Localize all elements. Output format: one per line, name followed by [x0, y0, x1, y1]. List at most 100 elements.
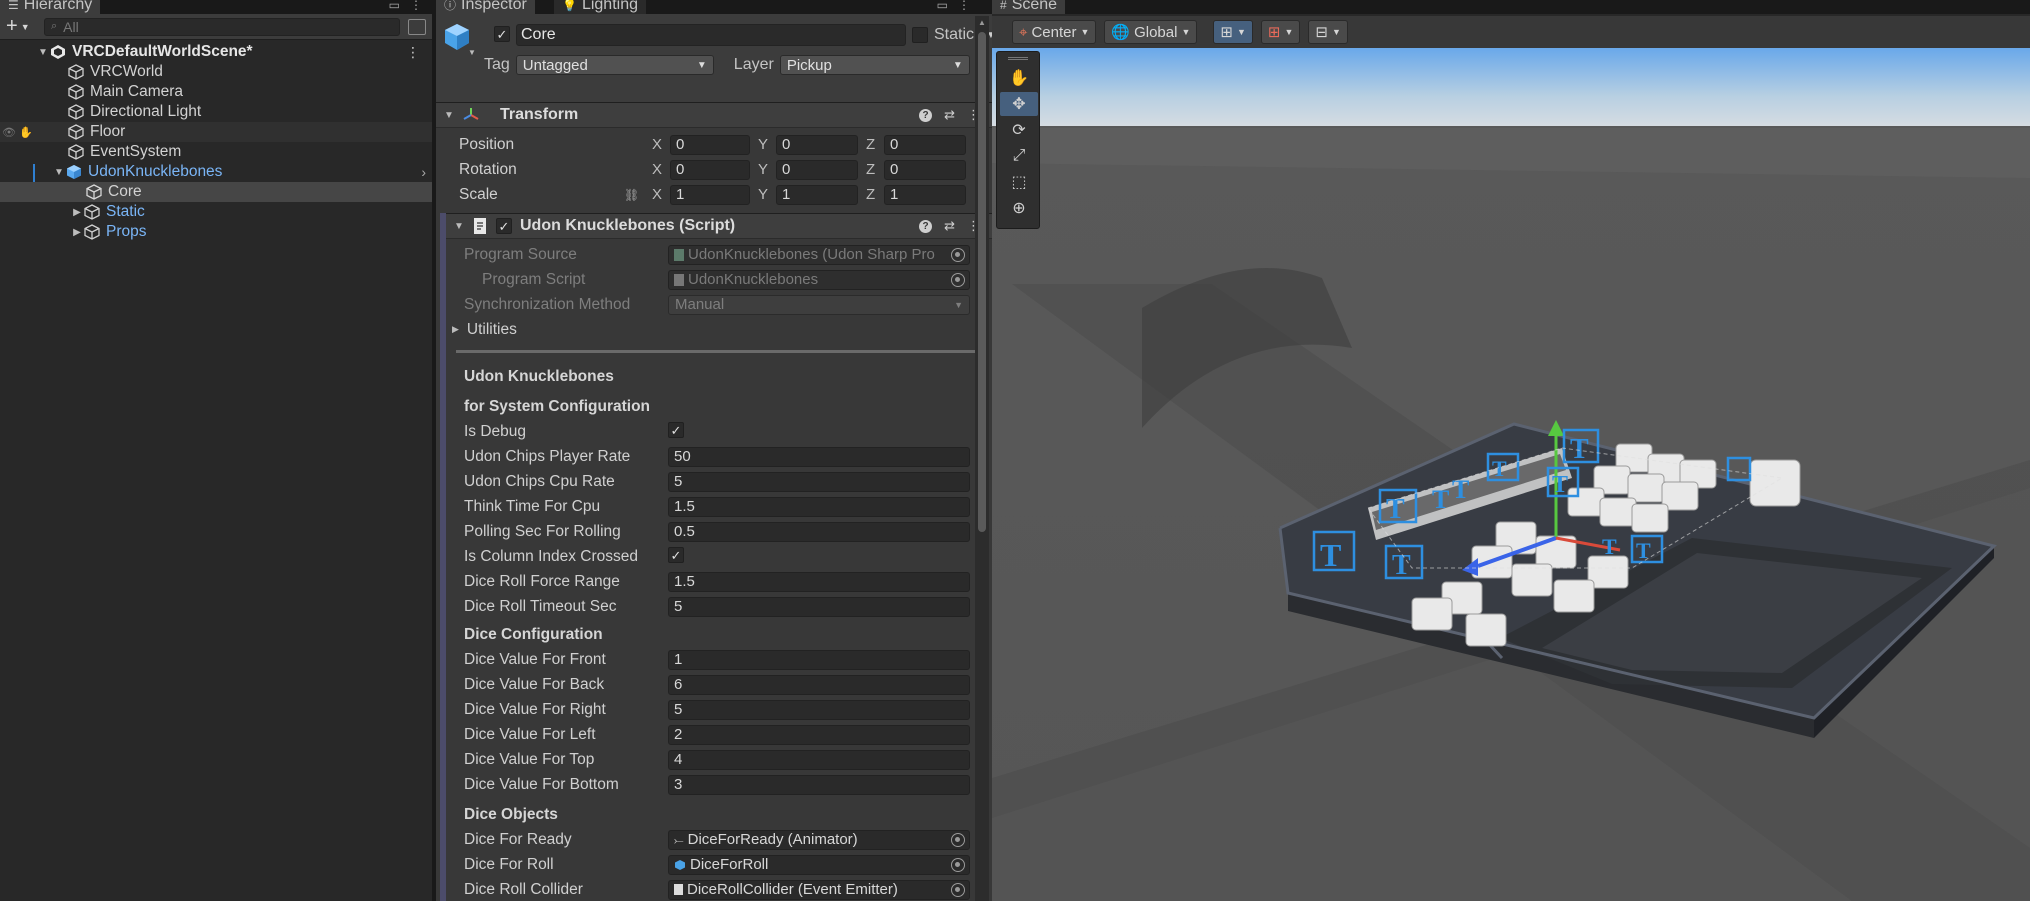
- rotation-z-field[interactable]: 0: [884, 159, 966, 180]
- is-column-index-crossed-checkbox[interactable]: ✓: [668, 547, 684, 563]
- scroll-up-icon[interactable]: ▲: [978, 18, 986, 27]
- tab-lighting[interactable]: 💡 Lighting: [554, 0, 646, 14]
- dice-value-front-field[interactable]: 1: [668, 649, 970, 670]
- chevron-right-icon[interactable]: ›: [421, 164, 426, 180]
- expand-arrow-icon[interactable]: ▼: [36, 47, 50, 58]
- transform-tool-icon[interactable]: ⊕: [1000, 196, 1038, 220]
- axis-y-label[interactable]: Y: [758, 161, 776, 178]
- visibility-eye-icon[interactable]: 👁 ✋: [2, 126, 33, 139]
- axis-x-label[interactable]: X: [652, 161, 670, 178]
- dice-value-right-field[interactable]: 5: [668, 699, 970, 720]
- tab-hierarchy[interactable]: ☰ Hierarchy: [0, 0, 101, 14]
- scale-x-field[interactable]: 1: [670, 184, 750, 205]
- space-global-dropdown[interactable]: 🌐 Global ▼: [1104, 20, 1198, 44]
- chevron-down-icon[interactable]: ▼: [468, 48, 476, 57]
- axis-z-label[interactable]: Z: [866, 136, 884, 153]
- dice-value-bottom-field[interactable]: 3: [668, 774, 970, 795]
- align-toggle[interactable]: ⊟ ▼: [1308, 20, 1348, 44]
- more-menu-icon[interactable]: ⋮: [410, 0, 422, 12]
- udon-chips-cpu-rate-field[interactable]: 5: [668, 471, 970, 492]
- dice-for-ready-field[interactable]: ⤚ DiceForReady (Animator): [668, 829, 970, 850]
- fold-arrow-icon[interactable]: ▶: [452, 324, 459, 335]
- tag-dropdown[interactable]: Untagged ▼: [515, 55, 714, 75]
- tree-item-static[interactable]: ▶ Static: [0, 202, 432, 222]
- maximize-icon[interactable]: ▭: [389, 0, 400, 12]
- rotation-x-field[interactable]: 0: [670, 159, 750, 180]
- axis-z-label[interactable]: Z: [866, 186, 884, 203]
- scale-y-field[interactable]: 1: [776, 184, 858, 205]
- program-source-field[interactable]: UdonKnucklebones (Udon Sharp Pro: [668, 244, 970, 265]
- fold-arrow-icon[interactable]: ▼: [454, 221, 464, 232]
- help-icon[interactable]: ?: [919, 108, 933, 122]
- position-y-field[interactable]: 0: [776, 134, 858, 155]
- object-picker-icon[interactable]: [951, 247, 965, 262]
- program-script-field[interactable]: UdonKnucklebones: [668, 269, 970, 290]
- expand-arrow-icon[interactable]: ▼: [52, 167, 66, 178]
- inspector-scrollbar[interactable]: ▲: [975, 16, 989, 901]
- scrollbar-thumb[interactable]: [978, 32, 986, 532]
- move-tool-icon[interactable]: ✥: [1000, 92, 1038, 116]
- object-picker-icon[interactable]: [951, 272, 965, 287]
- tree-item-udonknucklebones[interactable]: ▼ UdonKnucklebones ›: [0, 162, 432, 182]
- expand-arrow-icon[interactable]: ▶: [70, 207, 84, 218]
- hand-tool-icon[interactable]: ✋: [1000, 66, 1038, 90]
- axis-x-label[interactable]: X: [652, 136, 670, 153]
- tree-item-eventsystem[interactable]: EventSystem: [0, 142, 432, 162]
- more-menu-icon[interactable]: ⋮: [958, 0, 970, 12]
- drag-grip-icon[interactable]: [997, 52, 1039, 64]
- rotate-tool-icon[interactable]: ⟳: [1000, 118, 1038, 142]
- axis-y-label[interactable]: Y: [758, 136, 776, 153]
- scale-tool-icon[interactable]: ⤢: [1000, 144, 1038, 168]
- utilities-foldout[interactable]: ▶ Utilities: [446, 317, 992, 342]
- tree-item-floor[interactable]: 👁 ✋ Floor: [0, 122, 432, 142]
- tree-item-scene[interactable]: ▼ VRCDefaultWorldScene* ⋮: [0, 42, 432, 62]
- object-picker-icon[interactable]: [951, 882, 965, 897]
- tree-item-vrcworld[interactable]: VRCWorld: [0, 62, 432, 82]
- dice-value-left-field[interactable]: 2: [668, 724, 970, 745]
- udon-chips-player-rate-field[interactable]: 50: [668, 446, 970, 467]
- tree-item-props[interactable]: ▶ Props: [0, 222, 432, 242]
- scene-visibility-icon[interactable]: [408, 18, 426, 35]
- create-button[interactable]: + ▼: [6, 15, 36, 38]
- axis-x-label[interactable]: X: [652, 186, 670, 203]
- more-menu-icon[interactable]: ⋮: [406, 44, 420, 61]
- scene-viewport[interactable]: T T T T T T T T T T ✋ ✥ ⟳ ⤢ ⬚ ⊕: [992, 48, 2030, 901]
- fold-arrow-icon[interactable]: ▼: [444, 110, 454, 121]
- pivot-center-dropdown[interactable]: ⌖ Center ▼: [1012, 20, 1097, 44]
- tree-item-core[interactable]: Core: [0, 182, 432, 202]
- position-z-field[interactable]: 0: [884, 134, 966, 155]
- tree-item-directional-light[interactable]: Directional Light: [0, 102, 432, 122]
- position-x-field[interactable]: 0: [670, 134, 750, 155]
- think-time-for-cpu-field[interactable]: 1.5: [668, 496, 970, 517]
- help-icon[interactable]: ?: [919, 219, 933, 233]
- dice-roll-force-range-field[interactable]: 1.5: [668, 571, 970, 592]
- object-picker-icon[interactable]: [951, 857, 965, 872]
- increment-snap-toggle[interactable]: ⊞ ▼: [1260, 20, 1301, 44]
- grid-snap-toggle[interactable]: ⊞ ▼: [1213, 20, 1253, 44]
- rotation-y-field[interactable]: 0: [776, 159, 858, 180]
- expand-arrow-icon[interactable]: ▶: [70, 227, 84, 238]
- layer-dropdown[interactable]: Pickup ▼: [779, 55, 970, 75]
- is-debug-checkbox[interactable]: ✓: [668, 422, 684, 438]
- dice-for-roll-field[interactable]: DiceForRoll: [668, 854, 970, 875]
- tree-item-main-camera[interactable]: Main Camera: [0, 82, 432, 102]
- hierarchy-search-input[interactable]: ⌕ All: [44, 17, 400, 36]
- active-checkbox[interactable]: ✓: [494, 26, 510, 42]
- object-name-field[interactable]: Core: [516, 24, 906, 46]
- rect-tool-icon[interactable]: ⬚: [1000, 170, 1038, 194]
- dice-value-top-field[interactable]: 4: [668, 749, 970, 770]
- transform-header[interactable]: ▼ Transform ? ⇄ ⋮: [436, 102, 992, 128]
- axis-z-label[interactable]: Z: [866, 161, 884, 178]
- axis-y-label[interactable]: Y: [758, 186, 776, 203]
- script-enabled-checkbox[interactable]: ✓: [496, 218, 512, 234]
- object-picker-icon[interactable]: [951, 832, 965, 847]
- sync-method-dropdown[interactable]: Manual ▼: [668, 294, 970, 315]
- maximize-icon[interactable]: ▭: [937, 0, 948, 12]
- dice-roll-timeout-sec-field[interactable]: 5: [668, 596, 970, 617]
- script-header[interactable]: ▼ ✓ Udon Knucklebones (Script) ? ⇄ ⋮: [446, 213, 992, 239]
- tab-scene[interactable]: # Scene: [992, 0, 1066, 14]
- dice-value-back-field[interactable]: 6: [668, 674, 970, 695]
- scale-z-field[interactable]: 1: [884, 184, 966, 205]
- constrain-proportions-icon[interactable]: ⛓: [624, 188, 639, 202]
- preset-sliders-icon[interactable]: ⇄: [944, 218, 955, 234]
